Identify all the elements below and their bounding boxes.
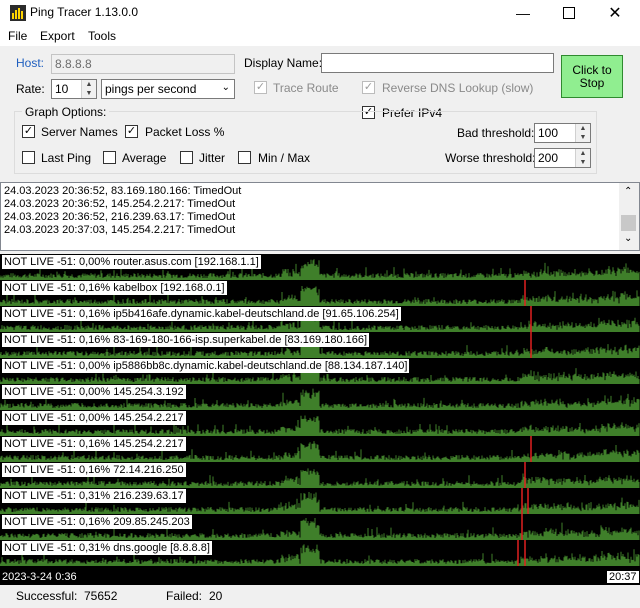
log-scrollbar[interactable]: ⌃ ⌄ bbox=[619, 183, 639, 250]
stepper-arrows-icon[interactable]: ▲ ▼ bbox=[575, 149, 590, 167]
successful-count: 75652 bbox=[84, 589, 118, 603]
graph-label: NOT LIVE -51: 0,31% dns.google [8.8.8.8] bbox=[2, 541, 212, 555]
rate-unit-value: pings per second bbox=[105, 82, 197, 96]
packet-loss-checkbox[interactable]: ✓ bbox=[125, 125, 138, 138]
stepper-arrows-icon[interactable]: ▲ ▼ bbox=[81, 80, 96, 98]
graph-lane: NOT LIVE -51: 0,00% 145.254.3.192 bbox=[0, 384, 640, 410]
graph-lane: NOT LIVE -51: 0,16% kabelbox [192.168.0.… bbox=[0, 280, 640, 306]
app-icon bbox=[10, 5, 26, 21]
graph-lane: NOT LIVE -51: 0,00% 145.254.2.217 bbox=[0, 410, 640, 436]
time-start: 2023-3-24 0:36 bbox=[2, 571, 77, 583]
graph-label: NOT LIVE -51: 0,16% 72.14.216.250 bbox=[2, 463, 186, 477]
min-max-checkbox[interactable] bbox=[238, 151, 251, 164]
menu-export[interactable]: Export bbox=[40, 29, 75, 43]
chevron-down-icon: ⌄ bbox=[221, 82, 230, 93]
graph-label: NOT LIVE -51: 0,00% router.asus.com [192… bbox=[2, 255, 261, 269]
graph-lane: NOT LIVE -51: 0,16% ip5b416afe.dynamic.k… bbox=[0, 306, 640, 332]
server-names-checkbox[interactable]: ✓ bbox=[22, 125, 35, 138]
stepper-arrows-icon[interactable]: ▲ ▼ bbox=[575, 124, 590, 142]
graph-label: NOT LIVE -51: 0,00% 145.254.3.192 bbox=[2, 385, 186, 399]
log-line: 24.03.2023 20:36:52, 216.239.63.17: Time… bbox=[4, 211, 236, 223]
graph-label: NOT LIVE -51: 0,00% 145.254.2.217 bbox=[2, 411, 186, 425]
graph-lane: NOT LIVE -51: 0,16% 209.85.245.203 bbox=[0, 514, 640, 540]
host-input[interactable]: 8.8.8.8 bbox=[51, 54, 235, 74]
graph-lane: NOT LIVE -51: 0,31% dns.google [8.8.8.8] bbox=[0, 540, 640, 566]
average-label: Average bbox=[122, 151, 167, 165]
rate-label: Rate: bbox=[16, 82, 45, 96]
worse-threshold-label: Worse threshold: bbox=[445, 151, 536, 165]
chevron-up-icon[interactable]: ⌃ bbox=[624, 186, 632, 197]
failed-count: 20 bbox=[209, 589, 223, 603]
rate-value: 10 bbox=[55, 82, 69, 96]
menu-tools[interactable]: Tools bbox=[88, 29, 116, 43]
window-title: Ping Tracer 1.13.0.0 bbox=[30, 5, 139, 19]
rate-unit-select[interactable]: pings per second ⌄ bbox=[101, 79, 235, 99]
time-end: 20:37 bbox=[607, 571, 639, 583]
graph-lane: NOT LIVE -51: 0,00% router.asus.com [192… bbox=[0, 254, 640, 280]
jitter-checkbox[interactable] bbox=[180, 151, 193, 164]
close-button[interactable]: ✕ bbox=[592, 0, 638, 26]
last-ping-label: Last Ping bbox=[41, 151, 92, 165]
reverse-dns-checkbox: ✓ bbox=[362, 81, 375, 94]
display-name-input[interactable] bbox=[321, 53, 554, 73]
graph-label: NOT LIVE -51: 0,00% ip5886bb8c.dynamic.k… bbox=[2, 359, 410, 373]
bad-threshold-label: Bad threshold: bbox=[457, 126, 535, 140]
trace-route-checkbox: ✓ bbox=[254, 81, 267, 94]
graph-label: NOT LIVE -51: 0,31% 216.239.63.17 bbox=[2, 489, 186, 503]
log-line: 24.03.2023 20:36:52, 145.254.2.217: Time… bbox=[4, 198, 236, 210]
graph-label: NOT LIVE -51: 0,16% 145.254.2.217 bbox=[2, 437, 186, 451]
start-stop-button[interactable]: Click to Stop bbox=[561, 55, 623, 98]
last-ping-checkbox[interactable] bbox=[22, 151, 35, 164]
trace-route-label: Trace Route bbox=[273, 81, 339, 95]
graph-lane: NOT LIVE -51: 0,16% 145.254.2.217 bbox=[0, 436, 640, 462]
average-checkbox[interactable] bbox=[103, 151, 116, 164]
graph-lane: NOT LIVE -51: 0,31% 216.239.63.17 bbox=[0, 488, 640, 514]
menu-file[interactable]: File bbox=[8, 29, 27, 43]
worse-threshold-stepper[interactable]: 200 ▲ ▼ bbox=[534, 148, 591, 168]
graph-label: NOT LIVE -51: 0,16% kabelbox [192.168.0.… bbox=[2, 281, 227, 295]
graph-lane: NOT LIVE -51: 0,16% 83-169-180-166-isp.s… bbox=[0, 332, 640, 358]
packet-loss-label: Packet Loss % bbox=[145, 125, 225, 139]
bad-threshold-value: 100 bbox=[538, 126, 559, 140]
maximize-icon bbox=[563, 7, 575, 19]
maximize-button[interactable] bbox=[546, 0, 592, 26]
minimize-button[interactable]: — bbox=[500, 0, 546, 26]
min-max-label: Min / Max bbox=[258, 151, 311, 165]
rate-stepper[interactable]: 10 ▲ ▼ bbox=[51, 79, 97, 99]
graph-label: NOT LIVE -51: 0,16% 209.85.245.203 bbox=[2, 515, 192, 529]
reverse-dns-label: Reverse DNS Lookup (slow) bbox=[382, 81, 534, 95]
failed-label: Failed: bbox=[166, 589, 203, 603]
bad-threshold-stepper[interactable]: 100 ▲ ▼ bbox=[534, 123, 591, 143]
close-icon: ✕ bbox=[608, 5, 622, 22]
graph-label: NOT LIVE -51: 0,16% ip5b416afe.dynamic.k… bbox=[2, 307, 401, 321]
graph-label: NOT LIVE -51: 0,16% 83-169-180-166-isp.s… bbox=[2, 333, 370, 347]
graph-lane: NOT LIVE -51: 0,16% 72.14.216.250 bbox=[0, 462, 640, 488]
chevron-down-icon[interactable]: ⌄ bbox=[624, 233, 632, 244]
log-line: 24.03.2023 20:37:03, 145.254.2.217: Time… bbox=[4, 224, 236, 236]
log-line: 24.03.2023 20:36:52, 83.169.180.166: Tim… bbox=[4, 185, 242, 197]
minimize-icon: — bbox=[516, 5, 530, 21]
ping-graphs: NOT LIVE -51: 0,00% router.asus.com [192… bbox=[0, 254, 640, 585]
host-label: Host: bbox=[16, 56, 45, 70]
worse-threshold-value: 200 bbox=[538, 151, 559, 165]
display-name-label: Display Name: bbox=[244, 56, 323, 70]
jitter-label: Jitter bbox=[199, 151, 226, 165]
successful-label: Successful: bbox=[16, 589, 78, 603]
scroll-thumb[interactable] bbox=[621, 215, 636, 231]
graph-lane: NOT LIVE -51: 0,00% ip5886bb8c.dynamic.k… bbox=[0, 358, 640, 384]
graph-options-label: Graph Options: bbox=[22, 105, 110, 119]
server-names-label: Server Names bbox=[41, 125, 118, 139]
